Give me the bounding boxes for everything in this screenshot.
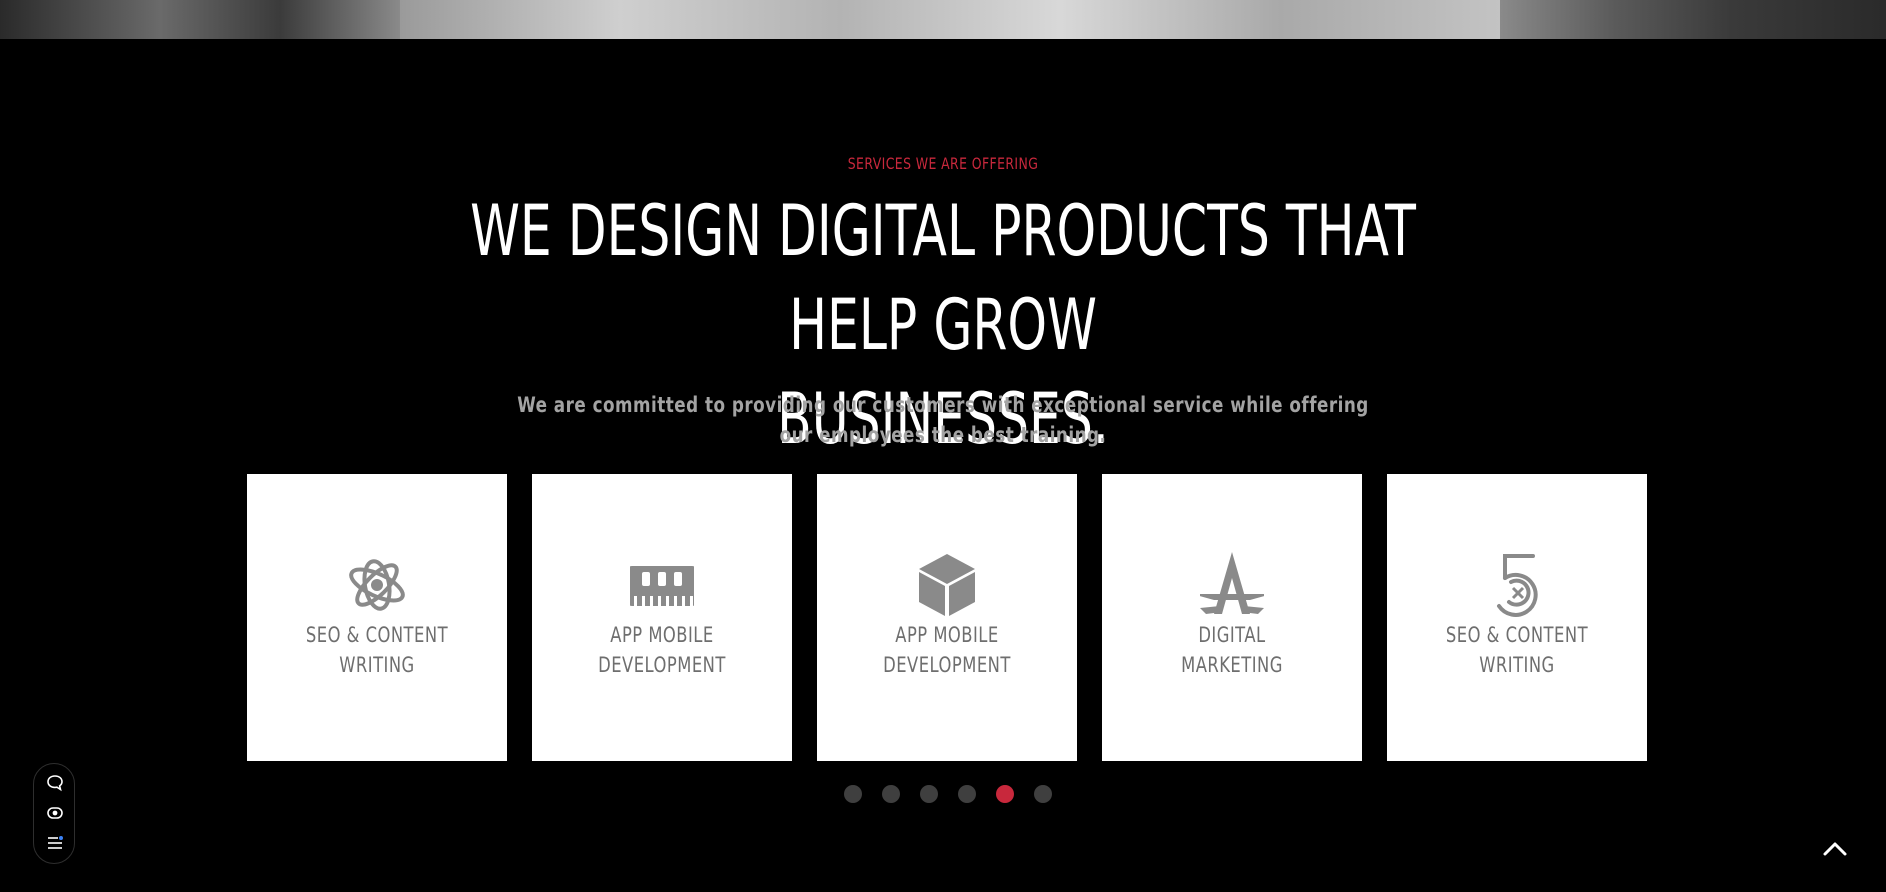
service-label-line-2: WRITING: [1479, 653, 1555, 677]
service-card[interactable]: DIGITAL MARKETING: [1102, 474, 1362, 761]
hero-shade-right: [1500, 0, 1886, 39]
atom-orbit-icon: [349, 559, 405, 611]
service-label: DIGITAL MARKETING: [1131, 620, 1334, 680]
eye-icon[interactable]: [46, 804, 64, 822]
carousel-dot[interactable]: [958, 785, 976, 803]
cube-icon: [919, 554, 975, 616]
carousel-dot-active[interactable]: [996, 785, 1014, 803]
section-eyebrow: SERVICES WE ARE OFFERING: [847, 154, 1039, 173]
service-label-line-2: MARKETING: [1181, 653, 1283, 677]
service-label-line-2: DEVELOPMENT: [598, 653, 726, 677]
service-label: SEO & CONTENT WRITING: [276, 620, 479, 680]
carousel-pagination: [844, 785, 1052, 803]
service-card[interactable]: APP MOBILE DEVELOPMENT: [532, 474, 792, 761]
service-label-line-1: DIGITAL: [1198, 623, 1266, 647]
carousel-dot[interactable]: [844, 785, 862, 803]
service-label-line-2: WRITING: [339, 653, 415, 677]
chevron-up-icon[interactable]: [1820, 836, 1850, 860]
floating-side-toolbar: [33, 763, 75, 864]
services-carousel: SEO & CONTENT WRITING APP MOBILE DEVELOP…: [247, 474, 1647, 761]
hero-image-strip: [0, 0, 1886, 39]
hero-shade-left: [0, 0, 400, 39]
service-label: APP MOBILE DEVELOPMENT: [846, 620, 1049, 680]
service-label-line-1: SEO & CONTENT: [1445, 623, 1589, 647]
service-card[interactable]: APP MOBILE DEVELOPMENT: [817, 474, 1077, 761]
service-label: SEO & CONTENT WRITING: [1416, 620, 1619, 680]
headline-line-1: WE DESIGN DIGITAL PRODUCTS THAT HELP GRO…: [470, 190, 1416, 366]
chat-bubble-icon[interactable]: [46, 774, 64, 792]
service-label-line-1: APP MOBILE: [610, 623, 714, 647]
subtext-line-2: our employees the best training.: [779, 423, 1107, 447]
number-five-icon: [1497, 554, 1538, 617]
carousel-dot[interactable]: [920, 785, 938, 803]
carousel-dot[interactable]: [882, 785, 900, 803]
carousel-dot[interactable]: [1034, 785, 1052, 803]
menu-list-icon[interactable]: [46, 834, 64, 852]
memory-chip-icon: [630, 566, 694, 606]
letter-a-icon: [1200, 552, 1264, 614]
section-subtext: We are committed to providing our custom…: [503, 390, 1383, 450]
service-label-line-1: APP MOBILE: [895, 623, 999, 647]
hero-shade-center: [400, 0, 1500, 39]
service-label-line-2: DEVELOPMENT: [883, 653, 1011, 677]
service-card[interactable]: SEO & CONTENT WRITING: [1387, 474, 1647, 761]
service-label-line-1: SEO & CONTENT: [305, 623, 449, 647]
service-card[interactable]: SEO & CONTENT WRITING: [247, 474, 507, 761]
subtext-line-1: We are committed to providing our custom…: [517, 393, 1369, 417]
service-label: APP MOBILE DEVELOPMENT: [561, 620, 764, 680]
